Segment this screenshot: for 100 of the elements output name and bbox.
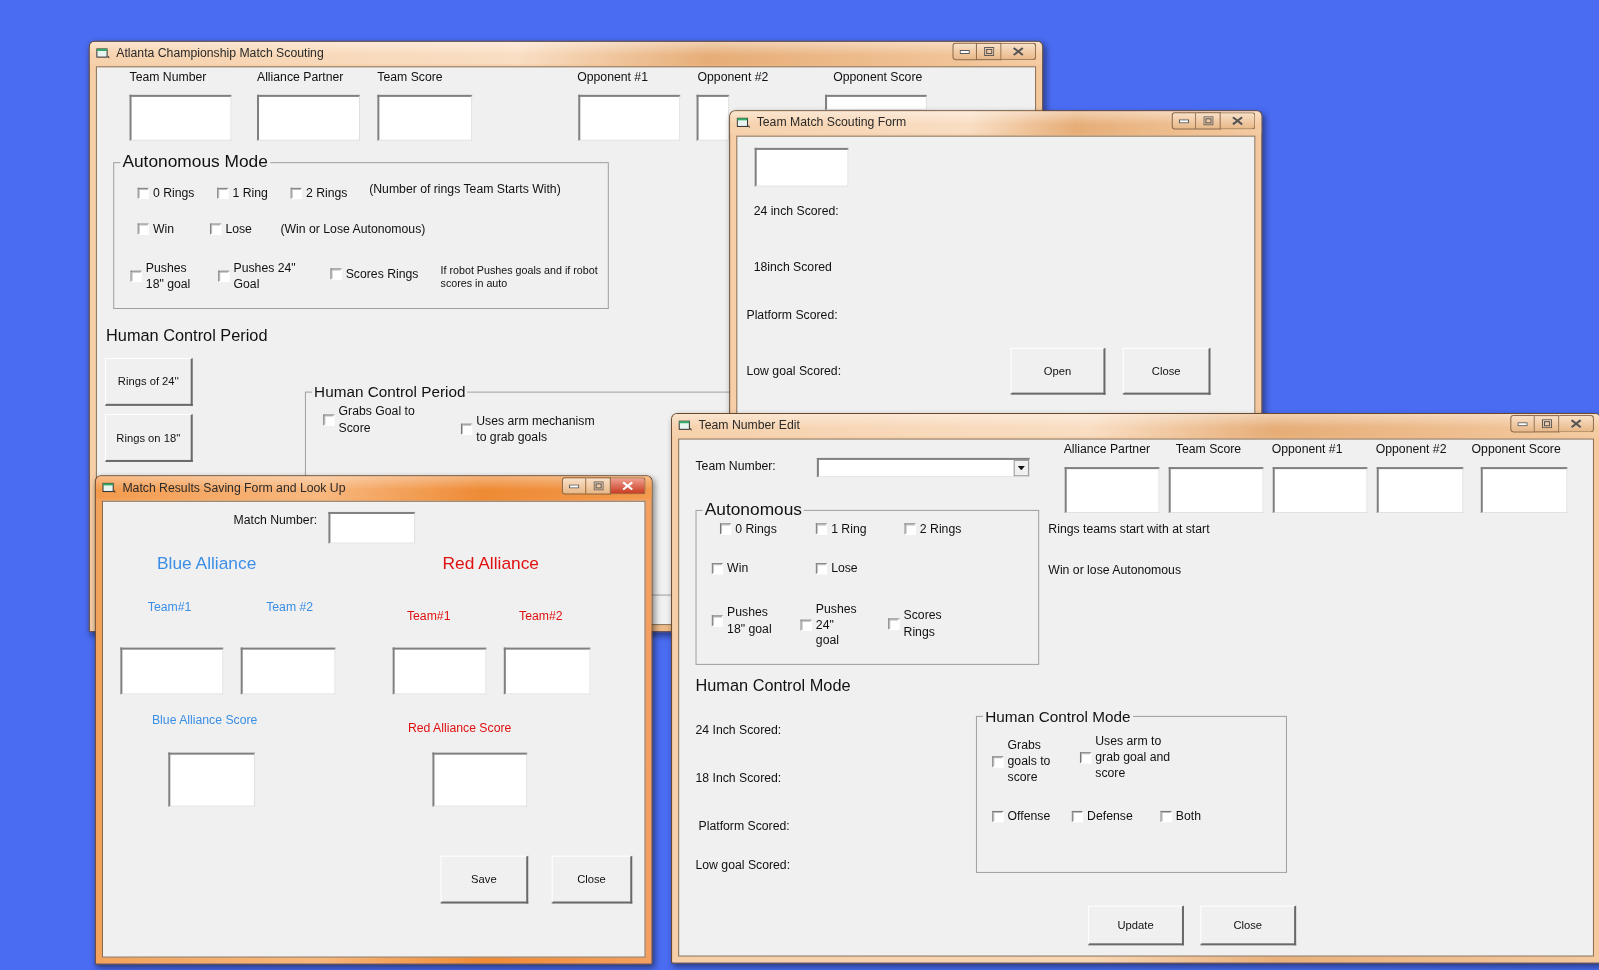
- input-field[interactable]: [696, 94, 730, 141]
- push-button[interactable]: Save: [440, 855, 529, 904]
- checkbox-label: Both: [1175, 808, 1201, 825]
- checkbox[interactable]: [800, 619, 812, 631]
- checkbox-label: Lose: [225, 221, 252, 238]
- close-button[interactable]: [610, 477, 646, 495]
- checkbox-label: Uses arm mechanism to grab goals: [476, 413, 596, 446]
- field-label: Low goal Scored:: [695, 858, 791, 874]
- field-label: Platform Scored:: [746, 307, 838, 323]
- push-button[interactable]: Close: [551, 855, 633, 904]
- checkbox[interactable]: [815, 523, 828, 535]
- maximize-button[interactable]: [1196, 112, 1221, 130]
- maximize-icon: [983, 46, 994, 57]
- push-button[interactable]: Update: [1088, 905, 1184, 946]
- maximize-button[interactable]: [976, 42, 1002, 61]
- input-field[interactable]: [392, 647, 487, 695]
- checkbox[interactable]: [130, 270, 142, 282]
- input-field[interactable]: [432, 752, 528, 807]
- input-field[interactable]: [377, 94, 473, 141]
- checkbox[interactable]: [992, 811, 1004, 823]
- window-title: Atlanta Championship Match Scouting: [116, 45, 325, 61]
- minimize-icon: [569, 483, 580, 488]
- input-field[interactable]: [1480, 467, 1568, 513]
- checkbox-label: Pushes 18" goal: [145, 260, 192, 293]
- checkbox[interactable]: [290, 188, 302, 200]
- checkbox[interactable]: [711, 563, 724, 575]
- checkbox[interactable]: [460, 423, 473, 435]
- alliance-heading: Blue Alliance: [157, 553, 257, 575]
- checkbox-label: Win: [152, 221, 175, 238]
- close-icon: [1570, 419, 1582, 429]
- close-button[interactable]: [1220, 112, 1256, 130]
- push-button[interactable]: Rings on 18'': [105, 414, 193, 462]
- field-label: Alliance Partner: [257, 69, 344, 86]
- checkbox[interactable]: [1079, 752, 1092, 764]
- input-field[interactable]: [825, 94, 927, 111]
- note-text: (Number of rings Team Starts With): [369, 182, 561, 197]
- input-field[interactable]: [754, 147, 849, 187]
- checkbox-label: Pushes 24" goal: [815, 601, 857, 649]
- input-field[interactable]: [240, 647, 336, 695]
- checkbox[interactable]: [137, 223, 149, 236]
- minimize-icon: [1178, 118, 1190, 123]
- input-field[interactable]: [1272, 467, 1368, 513]
- checkbox-label: 1 Ring: [831, 521, 867, 538]
- close-icon: [622, 481, 634, 491]
- dropdown-button[interactable]: [1013, 459, 1029, 477]
- input-field[interactable]: [168, 752, 255, 807]
- minimize-button[interactable]: [561, 477, 587, 495]
- input-field[interactable]: [578, 94, 681, 141]
- checkbox[interactable]: [210, 223, 222, 236]
- input-field[interactable]: [1376, 467, 1464, 513]
- checkbox[interactable]: [888, 618, 900, 630]
- push-button[interactable]: Close: [1122, 347, 1211, 395]
- input-field[interactable]: [328, 511, 416, 544]
- minimize-button[interactable]: [1510, 415, 1535, 433]
- checkbox[interactable]: [323, 414, 335, 426]
- close-button[interactable]: [1559, 415, 1594, 433]
- checkbox[interactable]: [720, 523, 732, 535]
- maximize-icon: [1202, 116, 1214, 126]
- input-field[interactable]: [1168, 467, 1264, 513]
- checkbox[interactable]: [992, 756, 1004, 768]
- note-text: Win or lose Autonomous: [1048, 562, 1181, 578]
- input-field[interactable]: [1064, 467, 1160, 513]
- field-label: Low goal Scored:: [746, 363, 842, 379]
- checkbox[interactable]: [217, 188, 229, 200]
- input-field[interactable]: [129, 94, 232, 141]
- close-button[interactable]: [1001, 42, 1037, 61]
- checkbox-label: Grabs goals to score: [1007, 737, 1052, 786]
- checkbox[interactable]: [1160, 811, 1172, 823]
- input-field[interactable]: [120, 647, 224, 695]
- field-label: Team#2: [519, 608, 563, 624]
- note-text: (Win or Lose Autonomous): [280, 222, 426, 237]
- field-label: Platform Scored:: [698, 818, 790, 834]
- minimize-button[interactable]: [1171, 112, 1197, 130]
- field-label: Opponent Score: [1471, 442, 1561, 458]
- checkbox-label: 2 Rings: [919, 521, 962, 538]
- checkbox[interactable]: [904, 523, 916, 535]
- field-label: Team Number:: [695, 458, 776, 474]
- push-button[interactable]: Rings of 24'': [105, 357, 193, 406]
- checkbox[interactable]: [711, 615, 724, 627]
- checkbox[interactable]: [1071, 811, 1084, 823]
- checkbox[interactable]: [330, 268, 342, 280]
- field-label: 24 Inch Scored:: [695, 722, 782, 738]
- dropdown-field[interactable]: [816, 457, 1030, 478]
- maximize-icon: [1541, 419, 1552, 429]
- alliance-heading: Red Alliance: [442, 553, 539, 575]
- window-icon: [102, 481, 117, 494]
- field-label: Red Alliance Score: [407, 720, 512, 736]
- checkbox[interactable]: [815, 563, 828, 575]
- checkbox-label: Win: [727, 561, 749, 577]
- minimize-button[interactable]: [952, 42, 977, 61]
- push-button[interactable]: Open: [1010, 347, 1106, 395]
- maximize-button[interactable]: [1534, 415, 1560, 433]
- field-label: Team #2: [266, 600, 314, 616]
- input-field[interactable]: [503, 647, 591, 695]
- maximize-button[interactable]: [586, 477, 611, 495]
- checkbox[interactable]: [137, 188, 149, 200]
- input-field[interactable]: [257, 94, 360, 141]
- push-button[interactable]: Close: [1200, 905, 1297, 946]
- checkbox[interactable]: [218, 270, 230, 282]
- section-heading: Human Control Mode: [695, 676, 851, 697]
